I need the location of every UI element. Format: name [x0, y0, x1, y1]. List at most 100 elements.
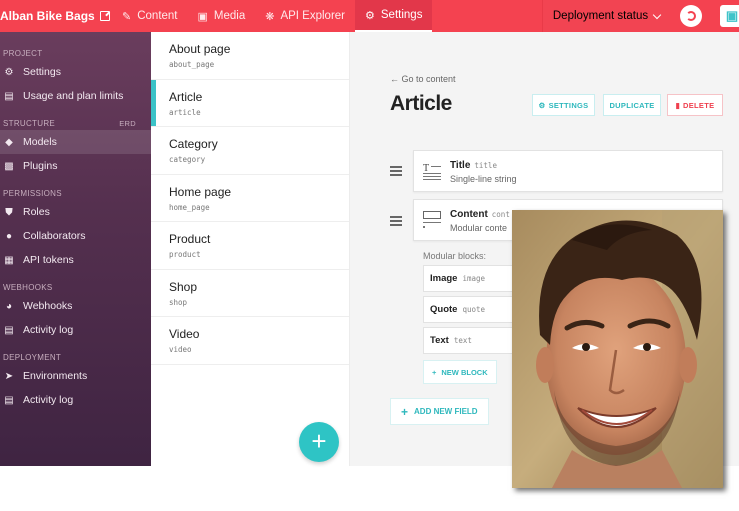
section-title: PERMISSIONS [3, 188, 62, 198]
sidebar-item-collaborators[interactable]: ● Collaborators [0, 224, 151, 248]
model-item-article[interactable]: Article article [151, 79, 349, 127]
tab-settings-label: Settings [380, 9, 423, 21]
block-name: Quote [430, 304, 458, 315]
block-api-key: quote [462, 305, 486, 314]
sidebar-item-label: Plugins [23, 160, 58, 172]
model-api-key: about_page [169, 60, 215, 69]
new-block-label: NEW BLOCK [441, 367, 488, 377]
settings-button[interactable]: ⚙ SETTINGS [532, 94, 595, 116]
drag-handle-icon[interactable] [390, 216, 402, 228]
model-item-product[interactable]: Product product [151, 222, 349, 270]
sidebar-item-environments[interactable]: ➤ Environments [0, 364, 151, 388]
sidebar-section-structure: STRUCTURE ERD [0, 116, 151, 130]
tab-settings[interactable]: ⚙ Settings [355, 0, 433, 32]
block-api-key: text [453, 336, 472, 345]
model-item-home-page[interactable]: Home page home_page [151, 175, 349, 222]
model-list: About page about_page Article article Ca… [151, 32, 350, 466]
sidebar-item-roles[interactable]: ⛊ Roles [0, 200, 151, 224]
delete-button[interactable]: ▮ DELETE [667, 94, 723, 116]
add-model-button[interactable]: + [299, 422, 339, 462]
section-title: WEBHOOKS [3, 282, 53, 292]
document-icon: ▤ [4, 324, 14, 336]
block-text[interactable]: Text text [423, 327, 523, 354]
duplicate-button[interactable]: DUPLICATE [603, 94, 661, 116]
sidebar-item-models[interactable]: ◆ Models [0, 130, 151, 154]
erd-link[interactable]: ERD [119, 119, 136, 128]
logo-icon [686, 11, 696, 21]
duplicate-button-label: DUPLICATE [609, 100, 655, 110]
gift-icon[interactable]: ▣ [720, 5, 739, 27]
block-quote[interactable]: Quote quote [423, 296, 523, 323]
deployment-status-label: Deployment status [552, 10, 649, 22]
tab-api-explorer[interactable]: ❋ API Explorer [255, 0, 355, 32]
sidebar-item-deploy-activity-log[interactable]: ▤ Activity log [0, 388, 151, 412]
model-name: Shop [169, 279, 198, 294]
block-api-key: image [462, 274, 486, 283]
project-name: Alban Bike Bags [0, 9, 95, 23]
deployment-status-dropdown[interactable]: Deployment status [542, 0, 670, 32]
modular-content-icon [423, 211, 441, 228]
model-api-key: category [169, 155, 206, 164]
section-title: STRUCTURE [3, 118, 56, 128]
api-icon: ❋ [265, 10, 275, 23]
models-icon: ◆ [5, 136, 13, 148]
sidebar-item-label: Environments [23, 370, 88, 382]
image-icon: ▣ [197, 10, 208, 23]
sidebar-item-settings[interactable]: ⚙ Settings [0, 60, 151, 84]
external-link-icon[interactable] [99, 11, 110, 21]
tab-content[interactable]: ✎ Content [112, 0, 188, 32]
sidebar-item-activity-log[interactable]: ▤ Activity log [0, 318, 151, 342]
sidebar-item-usage[interactable]: ▤ Usage and plan limits [0, 84, 151, 108]
tab-media[interactable]: ▣ Media [188, 0, 256, 32]
block-image[interactable]: Image image [423, 265, 523, 292]
sidebar-item-webhooks[interactable]: ◕ Webhooks [0, 294, 151, 318]
sidebar-item-plugins[interactable]: ▩ Plugins [0, 154, 151, 178]
sidebar-section-webhooks: WEBHOOKS [0, 280, 151, 294]
model-name: About page [169, 42, 231, 56]
field-title[interactable]: T Title title Single-line string [413, 150, 723, 192]
model-api-key: product [169, 250, 201, 259]
model-item-category[interactable]: Category category [151, 127, 349, 175]
model-api-key: home_page [169, 202, 210, 212]
new-block-button[interactable]: + NEW BLOCK [423, 360, 497, 384]
go-to-content-link[interactable]: ← Go to content [390, 74, 456, 84]
field-type: Modular conte [450, 223, 508, 233]
model-item-video[interactable]: Video video [151, 317, 349, 365]
sidebar: PROJECT ⚙ Settings ▤ Usage and plan limi… [0, 32, 151, 466]
model-item-about-page[interactable]: About page about_page [151, 32, 349, 80]
plus-icon: + [401, 404, 409, 419]
gear-icon: ⚙ [538, 100, 546, 110]
gear-icon: ⚙ [365, 9, 375, 22]
person-photo [512, 210, 723, 488]
token-icon: ▦ [4, 254, 14, 266]
sidebar-section-deployment: DEPLOYMENT [0, 350, 151, 364]
drag-handle-icon[interactable] [390, 166, 402, 178]
field-api-key: title [474, 161, 497, 170]
sidebar-item-label: Webhooks [23, 300, 73, 312]
sidebar-item-api-tokens[interactable]: ▦ API tokens [0, 248, 151, 272]
field-name: Content cont [450, 209, 510, 220]
project-brand[interactable]: Alban Bike Bags [0, 9, 112, 23]
model-item-shop[interactable]: Shop shop [151, 270, 349, 317]
tab-api-explorer-label: API Explorer [280, 10, 346, 22]
gear-icon: ⚙ [4, 66, 14, 78]
text-field-icon: T [423, 163, 441, 180]
section-title: DEPLOYMENT [3, 352, 62, 362]
field-name-text: Content [450, 209, 488, 220]
model-api-key: article [169, 107, 201, 117]
page-title: Article [390, 92, 452, 115]
users-icon: ● [5, 230, 13, 242]
modular-blocks-label: Modular blocks: [423, 251, 487, 261]
sidebar-section-permissions: PERMISSIONS [0, 186, 151, 200]
model-name: Category [169, 137, 218, 151]
svg-text:T: T [423, 163, 429, 174]
add-new-field-button[interactable]: + ADD NEW FIELD [390, 398, 489, 425]
plus-icon: + [432, 367, 437, 377]
sidebar-item-label: Settings [23, 66, 61, 78]
user-avatar[interactable] [680, 5, 702, 27]
field-api-key: cont [491, 210, 510, 219]
model-api-key: shop [169, 297, 188, 307]
chevron-down-icon [652, 10, 662, 19]
tab-content-label: Content [137, 10, 178, 22]
sidebar-item-label: Roles [23, 206, 50, 218]
